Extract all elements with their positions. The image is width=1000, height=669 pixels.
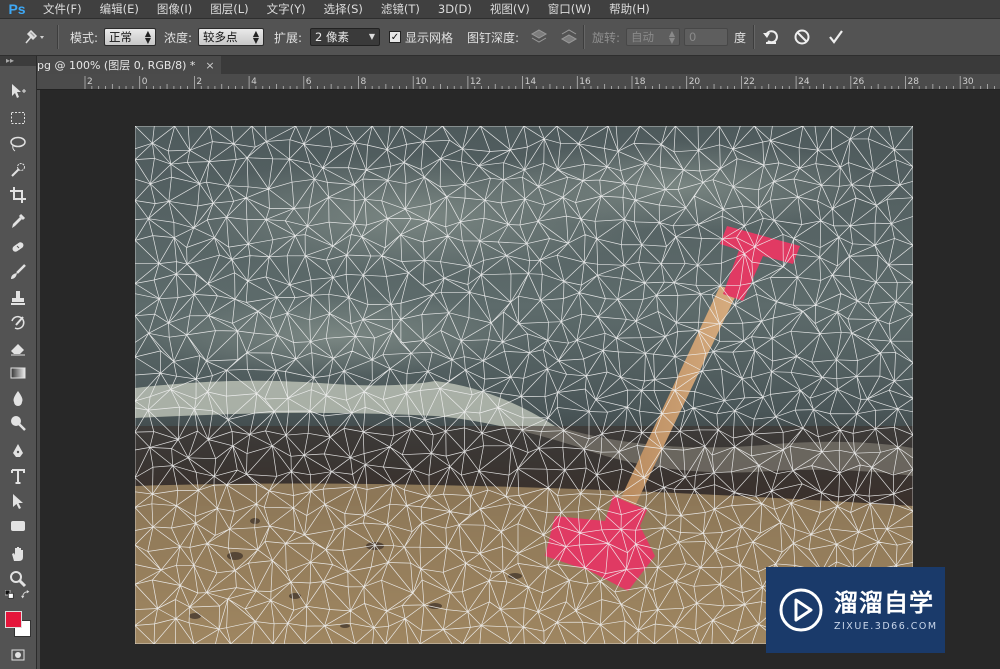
reset-icon[interactable] [760, 27, 782, 47]
document-tab-title: pg @ 100% (图层 0, RGB/8) * [37, 59, 196, 72]
photoshop-logo-icon: Ps [8, 1, 26, 17]
expand-input[interactable]: 2 像素 ▼ [310, 28, 380, 46]
puppet-pin-tool-icon[interactable] [22, 19, 46, 55]
options-bar: 模式: 正常 ▲ ▼ 浓度: 较多点 ▲ ▼ 扩展: 2 像素 ▼ ✓ 显示网格 图… [0, 18, 1000, 56]
brush-tool-icon[interactable] [4, 261, 32, 283]
type-tool-icon[interactable] [4, 465, 32, 487]
watermark-title: 溜溜自学 [834, 588, 934, 617]
show-mesh-checkbox[interactable]: ✓ [389, 31, 401, 43]
healing-brush-tool-icon[interactable] [4, 236, 32, 258]
menu-item[interactable]: 选择(S) [315, 0, 372, 18]
menu-item[interactable]: 图层(L) [201, 0, 257, 18]
ruler-label: 2 [87, 77, 93, 87]
menu-item[interactable]: 文字(Y) [258, 0, 315, 18]
degree-unit: 度 [734, 30, 747, 45]
ruler-label: 18 [634, 77, 646, 87]
blur-tool-icon[interactable] [4, 387, 32, 409]
ruler-label: 16 [579, 77, 591, 87]
menu-item[interactable]: 滤镜(T) [372, 0, 429, 18]
menu-item[interactable]: 编辑(E) [91, 0, 148, 18]
show-mesh-toggle[interactable]: ✓ 显示网格 [389, 19, 453, 55]
pin-forward-icon[interactable] [528, 27, 550, 47]
ruler-label: 12 [470, 77, 481, 87]
menu-item[interactable]: 文件(F) [34, 0, 91, 18]
menu-item[interactable]: 视图(V) [481, 0, 539, 18]
select-arrows-icon: ▲ ▼ [144, 29, 151, 45]
panel-collapse-icon[interactable]: ▸▸ [0, 56, 36, 66]
density-value: 较多点 [203, 30, 238, 44]
ruler-label: 20 [689, 77, 701, 87]
select-arrows-icon: ▲ ▼ [252, 29, 259, 45]
eyedropper-tool-icon[interactable] [4, 210, 32, 232]
watermark: 溜溜自学 ZIXUE.3D66.COM [766, 567, 945, 653]
ruler-label: 4 [251, 77, 257, 87]
play-logo-icon [779, 588, 823, 632]
rotate-degree-value: 0 [689, 30, 697, 44]
zoom-tool-icon[interactable] [4, 568, 32, 590]
crop-tool-icon[interactable] [4, 184, 32, 206]
default-colors-icon[interactable] [2, 588, 18, 602]
ruler-label: 8 [361, 77, 367, 87]
rotate-select[interactable]: 自动 ▲ ▼ [626, 28, 680, 46]
density-label: 浓度: [164, 30, 193, 45]
close-icon[interactable]: × [205, 59, 214, 72]
marquee-tool-icon[interactable] [4, 107, 32, 129]
clone-stamp-tool-icon[interactable] [4, 287, 32, 309]
mode-select[interactable]: 正常 ▲ ▼ [104, 28, 156, 46]
rotate-label: 旋转: [592, 30, 621, 45]
menu-item[interactable]: 图像(I) [148, 0, 201, 18]
menu-item[interactable]: 3D(D) [429, 0, 481, 18]
ruler-label: 0 [142, 77, 148, 87]
ruler-label: 22 [743, 77, 754, 87]
mode-label: 模式: [70, 30, 99, 45]
move-tool-icon[interactable] [4, 80, 32, 102]
rotate-degree-input[interactable]: 0 [684, 28, 728, 46]
foreground-color-swatch[interactable] [5, 611, 22, 628]
cancel-icon[interactable] [791, 27, 813, 47]
swap-colors-icon[interactable] [19, 588, 33, 602]
quick-selection-tool-icon[interactable] [4, 159, 32, 181]
eraser-tool-icon[interactable] [4, 337, 32, 359]
document-tab-bar: pg @ 100% (图层 0, RGB/8) * × [37, 56, 1000, 74]
path-selection-tool-icon[interactable] [4, 490, 32, 512]
density-select[interactable]: 较多点 ▲ ▼ [198, 28, 264, 46]
mode-value: 正常 [109, 30, 132, 44]
ruler-label: 2 [196, 77, 202, 87]
ruler-label: 26 [853, 77, 865, 87]
lasso-tool-icon[interactable] [4, 133, 32, 155]
document-tab[interactable]: pg @ 100% (图层 0, RGB/8) * × [37, 56, 221, 74]
ruler-label: 6 [306, 77, 312, 87]
menu-items: 文件(F) 编辑(E) 图像(I) 图层(L) 文字(Y) 选择(S) 滤镜(T) 3D(D)… [34, 0, 659, 18]
menu-bar: Ps 文件(F) 编辑(E) 图像(I) 图层(L) 文字(Y) 选择(S) 滤镜(T) 3D… [0, 0, 1000, 18]
history-brush-tool-icon[interactable] [4, 312, 32, 334]
horizontal-ruler: 2 0 2 4 6 8 10 12 14 16 18 20 22 24 26 28 30 [37, 74, 1000, 90]
select-arrows-icon: ▲ ▼ [668, 29, 675, 45]
quick-mask-icon[interactable] [4, 644, 32, 666]
ruler-label: 28 [908, 77, 920, 87]
pin-depth-label: 图钉深度: [467, 30, 520, 45]
ruler-label: 30 [962, 77, 974, 87]
gradient-tool-icon[interactable] [4, 362, 32, 384]
watermark-subtitle: ZIXUE.3D66.COM [834, 620, 938, 632]
ruler-label: 24 [798, 77, 810, 87]
pin-backward-icon[interactable] [558, 27, 580, 47]
menu-item[interactable]: 窗口(W) [539, 0, 600, 18]
dropdown-arrow-icon: ▼ [368, 32, 375, 41]
show-mesh-label: 显示网格 [405, 30, 454, 45]
expand-value: 2 像素 [315, 30, 349, 44]
rectangle-tool-icon[interactable] [4, 515, 32, 537]
checkmark-icon[interactable] [825, 27, 847, 47]
hand-tool-icon[interactable] [4, 543, 32, 565]
menu-item[interactable]: 帮助(H) [600, 0, 659, 18]
ruler-label: 14 [525, 77, 537, 87]
dodge-tool-icon[interactable] [4, 412, 32, 434]
pen-tool-icon[interactable] [4, 440, 32, 462]
rotate-value: 自动 [631, 30, 654, 44]
expand-label: 扩展: [274, 30, 303, 45]
ruler-label: 10 [415, 77, 427, 87]
tool-panel: ▸▸ [0, 56, 37, 669]
